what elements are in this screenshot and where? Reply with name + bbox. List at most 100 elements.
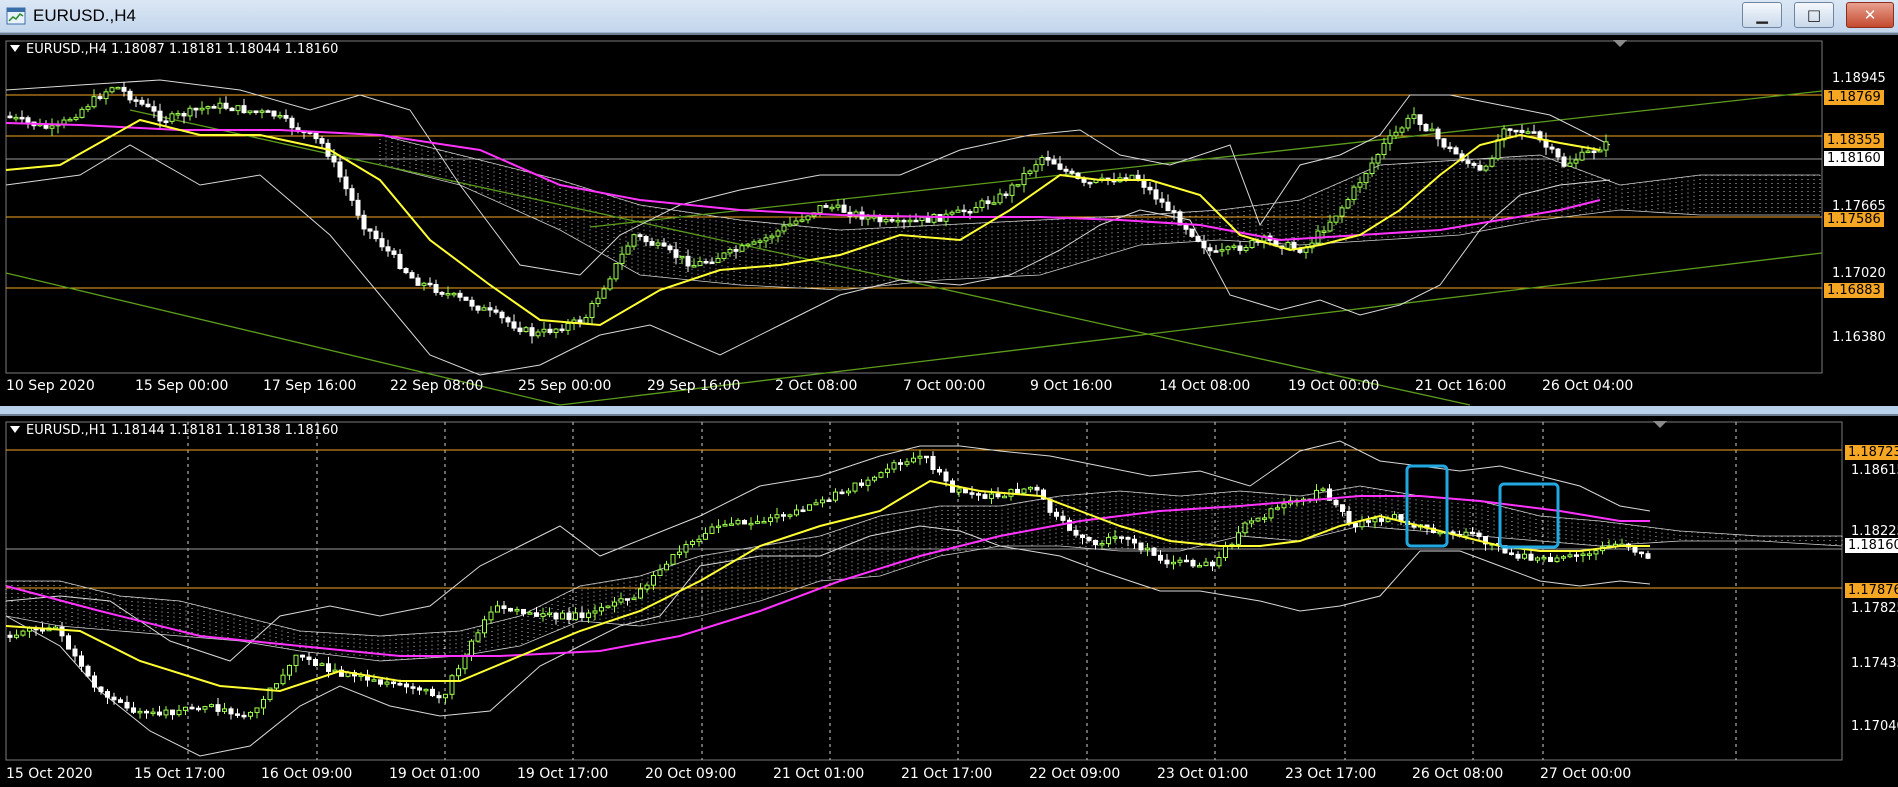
candle-body	[595, 297, 601, 305]
close-button[interactable]: ✕	[1846, 2, 1894, 28]
h1-chart-panel[interactable]: EURUSD.,H1 1.18144 1.18181 1.18138 1.181…	[0, 414, 1898, 787]
candle-body	[1249, 240, 1255, 249]
candle-body	[540, 613, 546, 617]
candle-body	[799, 219, 805, 222]
candle-body	[1327, 221, 1333, 232]
candle-body	[733, 248, 739, 252]
candle-body	[911, 457, 916, 463]
candle-body	[697, 260, 703, 267]
candle-body	[547, 328, 553, 334]
candle-body	[1333, 215, 1339, 223]
candle-body	[871, 216, 877, 219]
candle-body	[607, 278, 613, 290]
candle-body	[1132, 538, 1137, 544]
h4-x-label: 10 Sep 2020	[6, 378, 95, 394]
candle-body	[817, 205, 823, 214]
candle-body	[793, 220, 799, 225]
h4-chart-panel[interactable]: EURUSD.,H4 1.18087 1.18181 1.18044 1.181…	[0, 33, 1898, 406]
candle-body	[457, 292, 463, 298]
candle-body	[427, 282, 433, 286]
candle-body	[91, 96, 97, 108]
candle-body	[241, 105, 247, 114]
candle-body	[137, 710, 143, 714]
collapse-triangle-icon[interactable]	[10, 426, 20, 433]
candle-body	[67, 118, 73, 122]
candle-body	[1151, 547, 1157, 556]
candle-body	[1165, 201, 1171, 212]
candle-body	[655, 242, 661, 246]
minimize-button[interactable]: ▁	[1742, 2, 1782, 28]
candle-body	[14, 634, 19, 638]
candle-body	[1437, 531, 1443, 535]
candle-body	[995, 493, 1001, 498]
candle-body	[1237, 245, 1243, 251]
candle-body	[612, 601, 617, 607]
candle-body	[456, 668, 461, 677]
candle-body	[565, 322, 571, 331]
candle-body	[517, 327, 523, 333]
candle-body	[535, 331, 541, 337]
candle-body	[748, 522, 754, 526]
candle-body	[865, 479, 871, 486]
candle-body	[781, 514, 786, 517]
candle-body	[727, 248, 733, 254]
candle-body	[889, 218, 895, 222]
candle-body	[253, 110, 259, 113]
h1-chart-canvas[interactable]	[0, 416, 1898, 787]
h1-x-label: 21 Oct 01:00	[773, 766, 865, 782]
candle-body	[343, 176, 349, 190]
h1-x-label: 21 Oct 17:00	[901, 766, 993, 782]
collapse-triangle-icon[interactable]	[10, 45, 20, 52]
candle-body	[209, 704, 214, 708]
candle-body	[1190, 559, 1196, 567]
candle-body	[553, 612, 559, 620]
h4-x-label: 9 Oct 16:00	[1030, 378, 1113, 394]
candle-body	[501, 605, 507, 609]
candle-body	[247, 110, 253, 114]
candle-body	[605, 605, 611, 609]
candle-body	[1470, 531, 1475, 535]
candle-body	[877, 216, 883, 223]
candle-body	[313, 659, 318, 666]
candle-body	[20, 630, 26, 636]
candle-body	[1195, 235, 1201, 242]
shift-marker-icon	[1613, 40, 1627, 47]
candle-body	[1243, 247, 1249, 251]
candle-body	[163, 120, 169, 123]
candle-body	[1632, 546, 1638, 553]
candle-body	[891, 462, 897, 470]
candle-body	[157, 110, 163, 122]
candle-body	[1417, 114, 1423, 125]
candle-body	[1236, 532, 1241, 545]
candle-body	[534, 612, 539, 617]
candle-body	[1447, 146, 1453, 150]
candle-body	[430, 688, 435, 697]
maximize-button[interactable]: □	[1794, 2, 1834, 28]
candle-body	[664, 563, 669, 571]
candle-body	[1080, 534, 1085, 538]
candle-body	[1554, 557, 1560, 563]
candle-body	[378, 679, 383, 685]
candle-body	[511, 321, 517, 329]
candle-body	[493, 309, 499, 313]
h1-x-label: 26 Oct 08:00	[1412, 766, 1504, 782]
candle-body	[1027, 170, 1033, 175]
candle-body	[349, 188, 355, 201]
candle-body	[499, 311, 505, 319]
candle-body	[300, 654, 305, 658]
candle-body	[1574, 554, 1579, 557]
candle-body	[1483, 165, 1489, 171]
candle-body	[421, 282, 427, 286]
candle-body	[487, 307, 493, 311]
h1-y-label: 1.17825	[1851, 601, 1898, 616]
candle-body	[1003, 193, 1009, 197]
candle-body	[1645, 553, 1651, 559]
candle-body	[1203, 561, 1209, 566]
candle-body	[735, 519, 741, 525]
candle-body	[895, 219, 901, 223]
h4-chart-canvas[interactable]	[0, 35, 1898, 406]
candle-body	[1164, 559, 1170, 565]
h4-x-label: 22 Sep 08:00	[390, 378, 484, 394]
candle-body	[1021, 488, 1027, 494]
candle-body	[79, 655, 84, 667]
